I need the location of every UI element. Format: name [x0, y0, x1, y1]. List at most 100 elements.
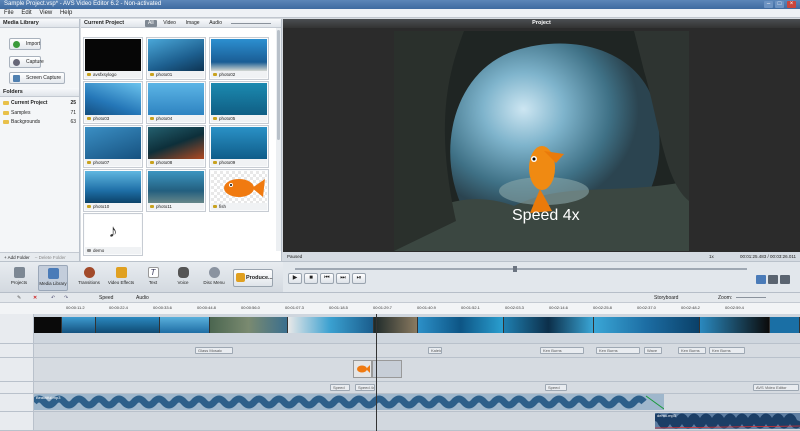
text-button[interactable]: T Text — [138, 265, 168, 291]
folder-samples[interactable]: Samples 71 — [2, 109, 78, 117]
media-item[interactable]: ♪ demo — [83, 213, 143, 256]
playback-status: Paused — [287, 254, 303, 259]
effect-clip[interactable]: Ken Burns — [540, 347, 584, 354]
video-clip[interactable] — [418, 317, 504, 333]
media-item[interactable]: photo11 — [146, 169, 206, 212]
media-item[interactable]: photo07 — [83, 125, 143, 168]
tab-audio[interactable]: Audio — [206, 20, 225, 27]
video-clip[interactable] — [210, 317, 288, 333]
media-item[interactable]: photo09 — [209, 125, 269, 168]
media-item[interactable]: photo08 — [146, 125, 206, 168]
preview-video[interactable]: Speed 4x — [394, 31, 689, 251]
media-item[interactable]: fish — [209, 169, 269, 212]
ruler-tick: 00:02:37.0 — [637, 305, 656, 310]
effect-clip[interactable]: Wave — [644, 347, 662, 354]
next-frame-button[interactable]: ⏭ — [336, 273, 350, 284]
produce-button[interactable]: Produce... — [233, 269, 273, 287]
effect-clip[interactable]: Ken Burns — [709, 347, 745, 354]
voice-button[interactable]: Voice — [168, 265, 198, 291]
audio-track[interactable]: Beautiful.mp3 — [0, 394, 800, 412]
media-item[interactable]: photo02 — [209, 37, 269, 80]
timeline-ruler[interactable]: 00:00:11.2 00:00:22.4 00:00:33.6 00:00:4… — [0, 302, 800, 314]
voice-label: Voice — [177, 280, 189, 285]
ruler-tick: 00:02:25.8 — [593, 305, 612, 310]
effect-clip[interactable]: Kaleidoscope — [428, 347, 442, 354]
text-clip[interactable]: Speed — [330, 384, 350, 391]
video-clip[interactable] — [770, 317, 800, 333]
video-clip[interactable] — [594, 317, 700, 333]
folder-current-project[interactable]: Current Project 25 — [2, 99, 78, 107]
tab-video[interactable]: Video — [160, 20, 179, 27]
video-track[interactable] — [0, 314, 800, 344]
transitions-button[interactable]: Transitions — [74, 265, 104, 291]
seek-handle[interactable] — [513, 266, 517, 272]
text-clip[interactable]: AVS Video Editor — [753, 384, 799, 391]
effect-clip[interactable]: Glass Mosaic — [195, 347, 233, 354]
close-button[interactable]: × — [787, 1, 796, 8]
media-library-button[interactable]: Media Library — [38, 265, 68, 291]
overlay-track[interactable] — [0, 358, 800, 382]
seek-bar[interactable] — [295, 266, 747, 272]
media-item[interactable]: avsfxsylogo — [83, 37, 143, 80]
tab-all[interactable]: All — [145, 20, 157, 27]
overlay-clip[interactable] — [353, 360, 372, 378]
disc-menu-button[interactable]: Disc Menu — [199, 265, 229, 291]
media-item[interactable]: photo01 — [146, 37, 206, 80]
stop-button[interactable]: ■ — [304, 273, 318, 284]
effect-clip[interactable]: Ken Burns — [596, 347, 640, 354]
media-item[interactable]: photo03 — [83, 81, 143, 124]
capture-button[interactable]: Capture — [9, 56, 44, 68]
tab-image[interactable]: Image — [183, 20, 203, 27]
scroll-thumb[interactable] — [277, 30, 280, 140]
timeline-cursor[interactable] — [376, 314, 377, 431]
menu-view[interactable]: View — [39, 10, 52, 16]
media-item[interactable]: photo04 — [146, 81, 206, 124]
maximize-button[interactable]: □ — [775, 1, 784, 8]
video-effects-button[interactable]: Video Effects — [106, 265, 136, 291]
video-clip[interactable] — [96, 317, 160, 333]
minimize-button[interactable]: – — [764, 1, 773, 8]
video-clip[interactable] — [288, 317, 374, 333]
ruler-tick: 00:00:44.8 — [197, 305, 216, 310]
detach-preview-icon[interactable] — [780, 275, 790, 284]
thumbnail-size-slider[interactable] — [231, 23, 271, 24]
media-item[interactable]: photo05 — [209, 81, 269, 124]
import-button[interactable]: Import — [9, 38, 41, 50]
produce-icon — [236, 273, 245, 282]
video-clip[interactable] — [62, 317, 96, 333]
screen-capture-button[interactable]: Screen Capture — [9, 72, 65, 84]
image-thumbnail — [148, 127, 204, 160]
menu-help[interactable]: Help — [60, 10, 72, 16]
add-folder-button[interactable]: + Add Folder — [4, 255, 30, 260]
text-track[interactable]: Speed Speed 4x Speed AVS Video Editor — [0, 382, 800, 394]
prev-frame-button[interactable]: ⏮ — [320, 273, 334, 284]
zoom-slider[interactable] — [736, 297, 766, 298]
video-clip[interactable] — [504, 317, 594, 333]
title-bar: Sample Project.vsp* - AVS Video Editor 6… — [0, 0, 800, 9]
text-clip[interactable]: Speed — [545, 384, 567, 391]
effects-track[interactable]: Glass Mosaic Kaleidoscope Ken Burns Ken … — [0, 344, 800, 358]
menu-file[interactable]: File — [4, 10, 14, 16]
video-clip[interactable] — [160, 317, 210, 333]
fullscreen-icon[interactable] — [768, 275, 778, 284]
projects-icon — [13, 267, 25, 278]
media-item[interactable]: photo10 — [83, 169, 143, 212]
projects-button[interactable]: Projects — [4, 265, 34, 291]
media-caption: photo01 — [148, 71, 204, 78]
video-clip[interactable] — [700, 317, 770, 333]
snapshot-button[interactable]: ⏯ — [352, 273, 366, 284]
view-mode-icon[interactable] — [756, 275, 766, 284]
video-clip[interactable] — [34, 317, 62, 333]
menu-edit[interactable]: Edit — [21, 10, 31, 16]
text-clip[interactable]: Speed 4x — [355, 384, 375, 391]
effect-clip[interactable]: Ken Burns — [678, 347, 706, 354]
play-button[interactable]: ▶ — [288, 273, 302, 284]
folder-backgrounds[interactable]: Backgrounds 63 — [2, 118, 78, 126]
video-clip[interactable] — [374, 317, 418, 333]
media-scrollbar[interactable] — [276, 28, 281, 251]
media-caption: photo05 — [211, 115, 267, 122]
playback-speed[interactable]: 1x — [709, 252, 714, 261]
delete-folder-button[interactable]: – Delete Folder — [35, 255, 66, 260]
audio-track-2[interactable]: demo.mp3 — [0, 412, 800, 431]
image-type-icon — [150, 161, 154, 164]
